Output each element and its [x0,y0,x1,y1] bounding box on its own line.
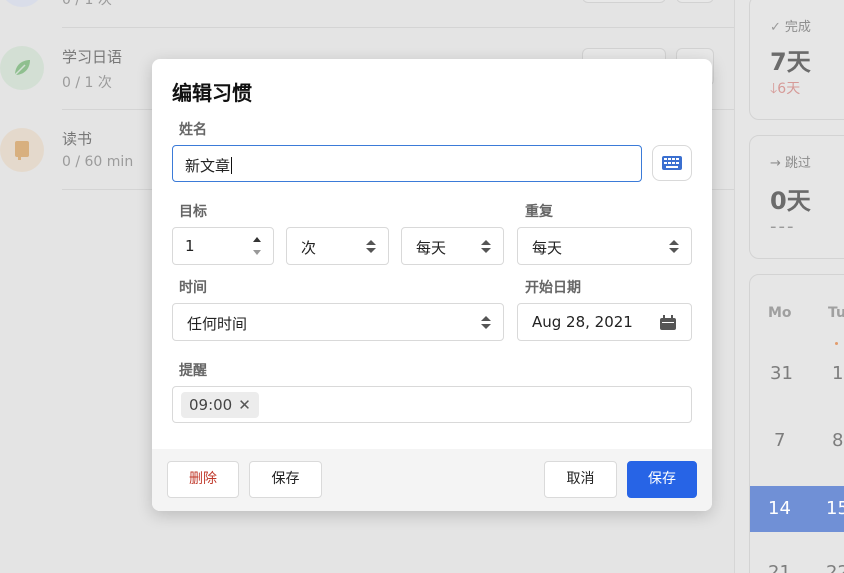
goal-count-value: 1 [185,237,195,255]
reminder-tag: 09:00 ✕ [181,392,259,418]
habit-more-button[interactable] [676,0,714,3]
reminder-tag-label: 09:00 [189,396,233,414]
habit-name: 读书 [62,130,93,148]
habit-meta: 0 / 1 次 [62,0,112,8]
habit-meta: 0 / 1 次 [62,75,112,91]
arrow-right-icon: → [770,156,781,171]
select-arrows-icon [481,316,491,330]
habit-action-button[interactable] [582,0,666,3]
calendar-day[interactable]: 7 [774,430,785,451]
reminder-label: 提醒 [179,363,207,379]
select-arrows-icon [669,240,679,254]
calendar-day[interactable]: 31 [770,363,793,384]
name-input-value: 新文章 [185,157,233,175]
habit-meta: 0 / 60 min [62,154,134,170]
calendar-card: Mo Tu 31 1 7 8 14 15 21 22 [749,274,844,573]
goal-period-select[interactable]: 每天 [401,227,504,265]
name-input[interactable]: 新文章 [172,145,642,182]
goal-unit-select[interactable]: 次 [286,227,389,265]
reminder-field[interactable]: 09:00 ✕ [172,386,692,423]
done-stat-card: ✓ 完成 7天 🡓6天 [749,0,844,120]
keyboard-icon [662,156,682,170]
save-button[interactable]: 保存 [627,461,697,498]
today-dot [835,342,838,345]
start-date-value: Aug 28, 2021 [532,313,633,331]
leaf-icon [0,46,44,90]
dialog-title: 编辑习惯 [172,81,252,105]
time-label: 时间 [179,280,207,296]
select-arrows-icon [366,240,376,254]
start-date-label: 开始日期 [525,280,581,296]
delete-button[interactable]: 删除 [167,461,239,498]
start-date-picker[interactable]: Aug 28, 2021 [517,303,692,341]
time-value: 任何时间 [187,315,248,333]
goal-count-stepper[interactable]: 1 [172,227,274,265]
select-arrows-icon [481,240,491,254]
calendar-day[interactable]: 15 [826,498,844,519]
repeat-label: 重复 [525,204,553,220]
time-select[interactable]: 任何时间 [172,303,504,341]
cancel-button[interactable]: 取消 [544,461,617,498]
calendar-day[interactable]: 14 [768,498,791,519]
repeat-select[interactable]: 每天 [517,227,692,265]
calendar-day-header: Tu [828,305,844,321]
name-label: 姓名 [179,122,207,138]
calendar-selected-week[interactable]: 14 15 [750,486,844,532]
keyboard-button[interactable] [652,145,692,181]
skip-stat-card: → 跳过 0天 --- [749,135,844,259]
spinner-icon[interactable] [253,235,263,257]
edit-habit-dialog: 编辑习惯 姓名 新文章 目标 重复 1 次 每天 每天 时间 开始日期 任何时间… [152,59,712,511]
done-stat-label: ✓ 完成 [770,20,811,35]
goal-period-value: 每天 [416,239,447,257]
calendar-day[interactable]: 8 [832,430,843,451]
goal-unit-value: 次 [301,239,317,257]
habit-name: 学习日语 [62,48,123,66]
habit-row[interactable]: 0 / 1 次 [0,0,734,27]
done-stat-value: 7天 [770,48,811,76]
calendar-day-header: Mo [768,305,792,321]
check-icon: ✓ [770,20,781,35]
repeat-value: 每天 [532,239,563,257]
dialog-footer: 删除 保存 取消 保存 [152,449,712,511]
calendar-day[interactable]: 1 [832,363,843,384]
habit-circle-icon [0,0,44,7]
save-secondary-button[interactable]: 保存 [249,461,322,498]
skip-stat-label: → 跳过 [770,156,811,171]
book-icon [0,128,44,172]
remove-tag-icon[interactable]: ✕ [238,396,251,414]
goal-label: 目标 [179,204,207,220]
calendar-day[interactable]: 22 [826,562,844,573]
calendar-day[interactable]: 21 [768,562,791,573]
skip-stat-value: 0天 [770,187,811,215]
text-caret [231,157,233,174]
calendar-icon [660,315,676,330]
skip-stat-delta: --- [770,216,796,237]
done-stat-delta: 🡓6天 [770,81,801,97]
